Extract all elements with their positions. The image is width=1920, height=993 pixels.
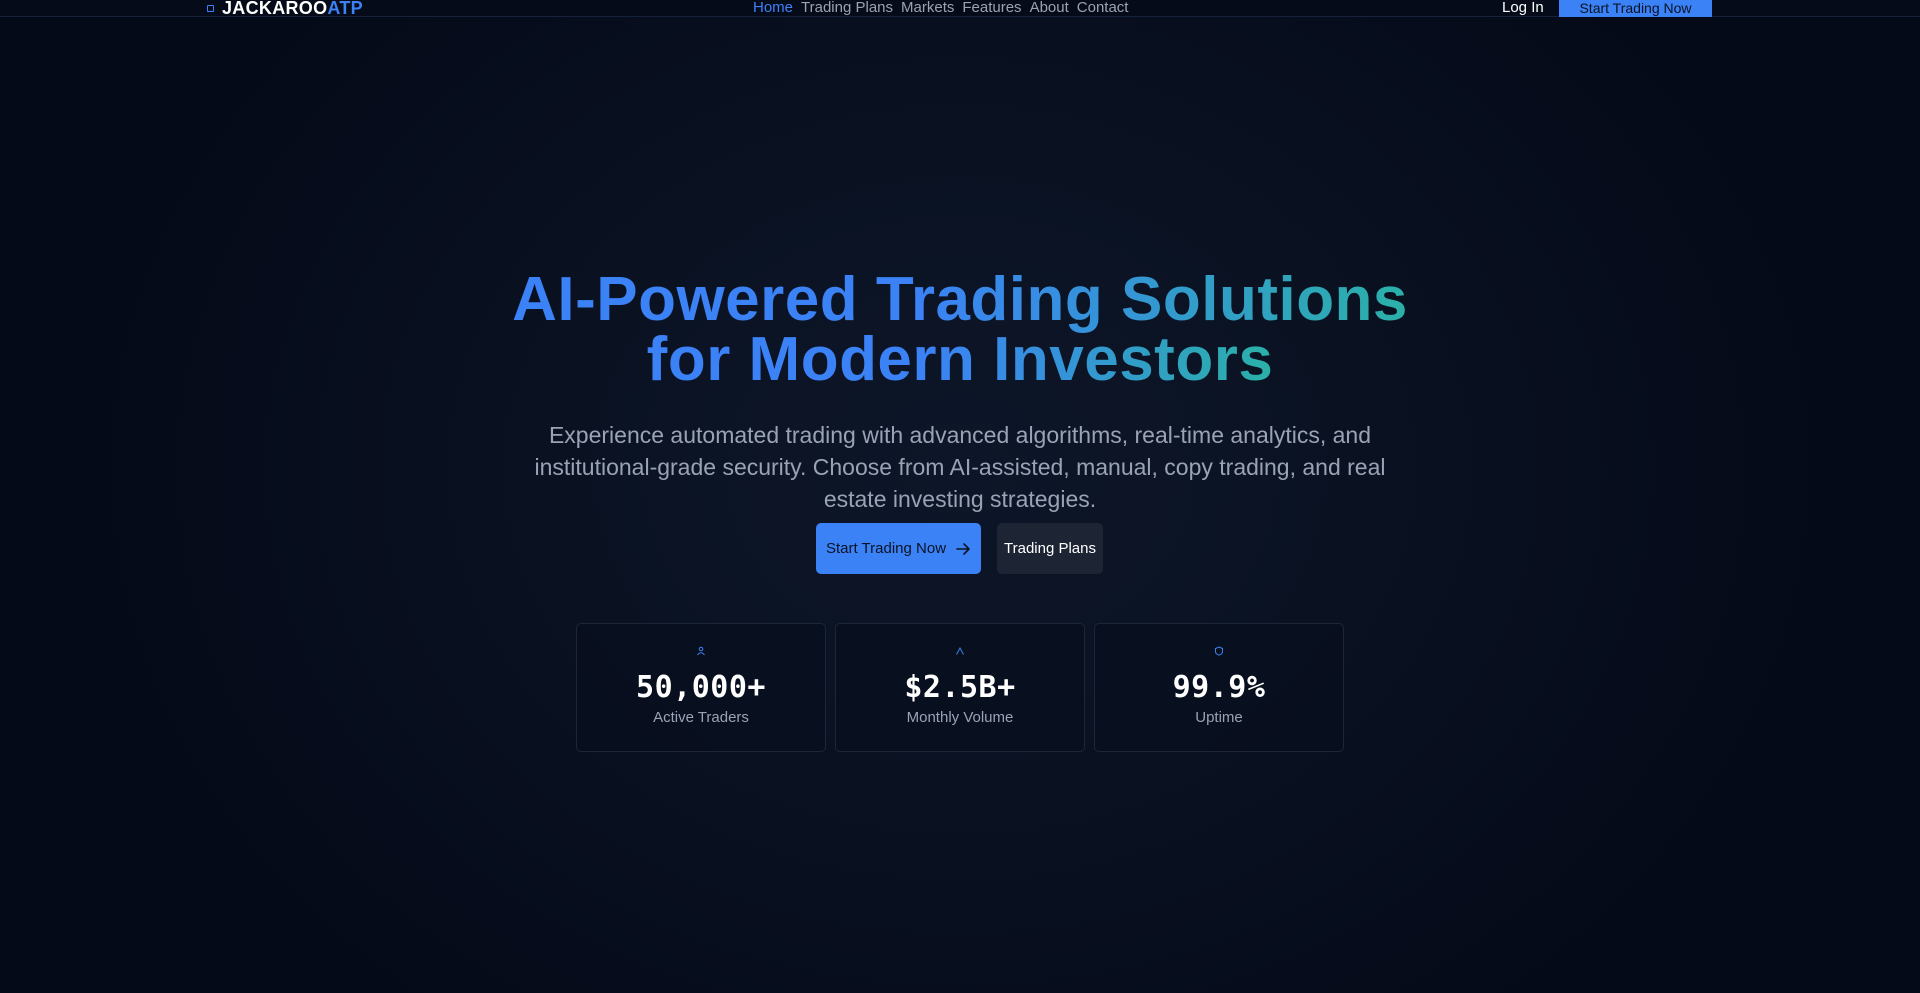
start-trading-button[interactable]: Start Trading Now xyxy=(816,523,981,574)
stat-value: 99.9% xyxy=(1172,670,1266,705)
stat-label: Monthly Volume xyxy=(906,709,1014,726)
logo-mark-icon xyxy=(207,4,214,12)
logo-accent: ATP xyxy=(327,0,363,18)
stat-value: $2.5B+ xyxy=(904,670,1016,705)
hero-title-line1: AI-Powered Trading Solutions xyxy=(512,265,1408,334)
nav-link-trading-plans[interactable]: Trading Plans xyxy=(801,0,893,16)
landing-page: JACKAROOATP Home Trading Plans Markets F… xyxy=(0,0,1920,993)
logo-text: JACKAROOATP xyxy=(222,0,363,18)
nav-link-markets[interactable]: Markets xyxy=(901,0,954,16)
hero-title-line2: for Modern Investors xyxy=(646,325,1274,394)
hero-subtitle: Experience automated trading with advanc… xyxy=(534,422,1386,512)
start-trading-button-label: Start Trading Now xyxy=(825,540,947,557)
stat-value: 50,000+ xyxy=(636,670,766,705)
trading-plans-button[interactable]: Trading Plans xyxy=(997,523,1103,574)
stat-card-traders: 50,000+ Active Traders xyxy=(576,623,826,752)
arrow-right-icon xyxy=(956,542,970,555)
logo-primary: JACKAROO xyxy=(222,0,328,18)
nav-link-about[interactable]: About xyxy=(1030,0,1069,16)
nav-link-features[interactable]: Features xyxy=(962,0,1021,16)
stat-label: Uptime xyxy=(1195,709,1243,726)
brand-logo[interactable]: JACKAROOATP xyxy=(207,0,363,18)
login-link[interactable]: Log In xyxy=(1502,0,1544,16)
users-icon xyxy=(697,646,705,656)
nav-links: Home Trading Plans Markets Features Abou… xyxy=(753,0,1128,16)
nav-start-trading-button[interactable]: Start Trading Now xyxy=(1559,0,1712,17)
chart-up-icon xyxy=(956,646,964,655)
stat-label: Active Traders xyxy=(653,709,749,726)
trading-plans-button-label: Trading Plans xyxy=(1004,540,1096,557)
top-navbar: JACKAROOATP Home Trading Plans Markets F… xyxy=(0,0,1920,17)
stat-card-volume: $2.5B+ Monthly Volume xyxy=(835,623,1085,752)
shield-icon xyxy=(1215,646,1223,656)
nav-link-contact[interactable]: Contact xyxy=(1077,0,1129,16)
hero-title: AI-Powered Trading Solutions for Modern … xyxy=(0,269,1920,391)
stats-row: 50,000+ Active Traders $2.5B+ Monthly Vo… xyxy=(576,623,1344,752)
nav-link-home[interactable]: Home xyxy=(753,0,793,16)
stat-card-uptime: 99.9% Uptime xyxy=(1094,623,1344,752)
hero-buttons: Start Trading Now Trading Plans xyxy=(816,523,1103,574)
